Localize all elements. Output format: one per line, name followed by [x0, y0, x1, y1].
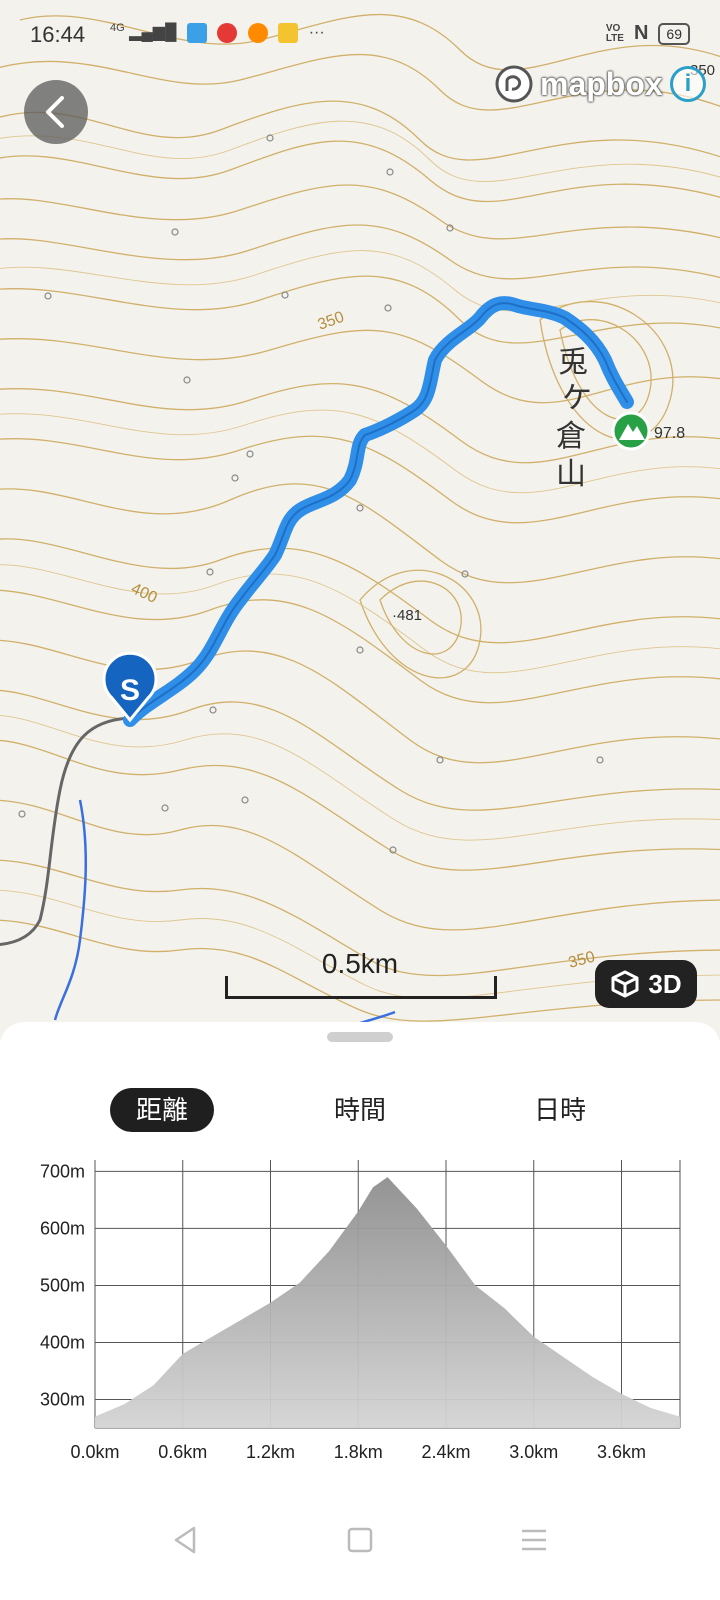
x-tick-label: 0.0km [70, 1442, 119, 1462]
y-tick-labels: 300m 400m 500m 600m 700m [40, 1161, 85, 1409]
app-notification-icon [247, 22, 268, 43]
toggle-3d-label: 3D [648, 968, 682, 999]
peak-marker[interactable] [611, 411, 651, 451]
home-nav-icon[interactable] [340, 1520, 380, 1560]
y-tick-label: 500m [40, 1275, 85, 1295]
x-tick-label: 3.0km [509, 1442, 558, 1462]
topographic-map[interactable]: S 97.8 兎 ケ 倉 山 ·481 350 400 350 350 [0, 0, 720, 1040]
scale-bar [225, 976, 497, 999]
y-tick-label: 300m [40, 1389, 85, 1409]
nfc-icon: N [633, 22, 649, 44]
cube-icon [611, 970, 639, 998]
status-bar: 16:44 4G ▂▄▆█ ··· VO LTE N 69 [0, 0, 720, 70]
chevron-left-icon [46, 96, 64, 128]
attribution-info-button[interactable]: i [670, 66, 706, 102]
y-tick-label: 700m [40, 1161, 85, 1181]
back-button[interactable] [24, 80, 88, 144]
x-tick-label: 2.4km [421, 1442, 470, 1462]
status-time: 16:44 [30, 22, 86, 47]
more-notifications: ··· [308, 24, 325, 41]
start-marker-label: S [120, 674, 140, 707]
elevation-chart: 300m 400m 500m 600m 700m 0.0km 0.6km 1.2km 1.8k… [40, 1160, 681, 1462]
x-tick-label: 3.6km [597, 1442, 646, 1462]
svg-text:ケ: ケ [562, 381, 592, 416]
tab-distance[interactable]: 距離 [110, 1088, 214, 1132]
mapbox-logo: mapbox [494, 64, 663, 104]
back-nav-icon[interactable] [166, 1520, 206, 1560]
mapbox-logo-icon [495, 65, 533, 103]
system-nav-bar [0, 1520, 720, 1600]
svg-text:兎: 兎 [558, 345, 588, 380]
signal-icon: ▂▄▆█ [129, 24, 177, 41]
x-tick-label: 0.6km [158, 1442, 207, 1462]
x-tick-label: 1.2km [246, 1442, 295, 1462]
menu-nav-icon[interactable] [514, 1520, 554, 1560]
tab-datetime[interactable]: 日時 [508, 1088, 612, 1132]
app-notification-icon [278, 22, 299, 43]
x-tick-labels: 0.0km 0.6km 1.2km 1.8km 2.4km 3.0km 3.6km [70, 1442, 646, 1462]
x-tick-label: 1.8km [334, 1442, 383, 1462]
y-tick-label: 600m [40, 1218, 85, 1238]
app-notification-icon [217, 22, 238, 43]
y-tick-label: 400m [40, 1332, 85, 1352]
app-notification-icon [186, 22, 207, 43]
network-indicator: 4G ▂▄▆█ ··· [110, 22, 325, 43]
peak-elevation-label: 97.8 [654, 425, 685, 442]
volte-icon: VO LTE [605, 22, 624, 44]
map-scale-bar: 0.5km [225, 948, 497, 999]
mapbox-wordmark: mapbox [540, 65, 663, 102]
sheet-drag-handle[interactable] [327, 1032, 393, 1042]
tab-time[interactable]: 時間 [308, 1088, 412, 1132]
spot-elevation-label: ·481 [392, 607, 422, 624]
battery-icon: 69 [658, 22, 690, 45]
svg-text:倉: 倉 [556, 419, 586, 454]
status-right: VO LTE N 69 [606, 22, 690, 45]
toggle-3d-button[interactable]: 3D [595, 960, 697, 1008]
svg-text:山: 山 [556, 457, 586, 492]
network-label: 4G [110, 22, 125, 34]
